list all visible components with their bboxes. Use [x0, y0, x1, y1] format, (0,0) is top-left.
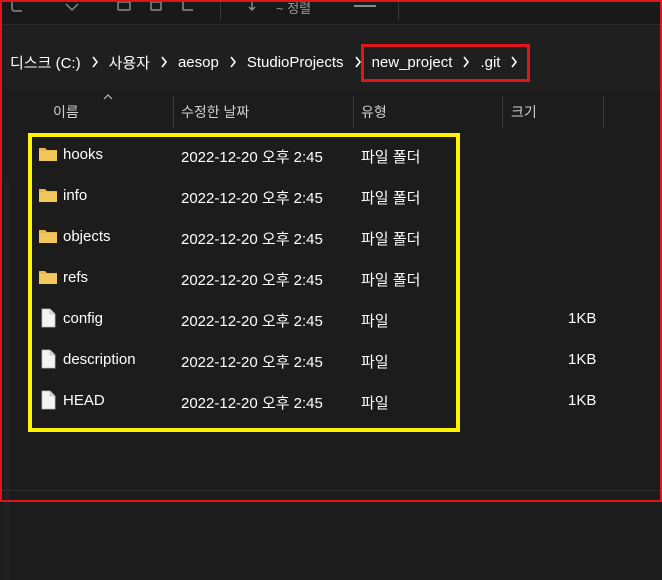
file-modified: 2022-12-20 오후 2:45: [181, 313, 323, 330]
breadcrumb-item[interactable]: aesop: [178, 54, 219, 71]
sort-icon[interactable]: [248, 2, 264, 16]
list-item[interactable]: refs 2022-12-20 오후 2:45 파일 폴더: [2, 257, 660, 298]
toolbar-divider: [398, 2, 399, 20]
file-modified: 2022-12-20 오후 2:45: [181, 272, 323, 289]
column-divider[interactable]: [173, 96, 174, 128]
file-name: objects: [63, 228, 111, 245]
address-bar: 디스크 (C:) 사용자 aesop StudioProjects new_pr…: [2, 26, 660, 98]
file-modified: 2022-12-20 오후 2:45: [181, 190, 323, 207]
toolbar-divider: [220, 2, 221, 20]
file-name: refs: [63, 269, 89, 286]
folder-icon: [39, 189, 57, 202]
file-name: info: [63, 187, 88, 204]
file-modified: 2022-12-20 오후 2:45: [181, 354, 323, 371]
cut-icon[interactable]: [64, 2, 80, 16]
file-type: 파일: [361, 395, 389, 412]
list-item[interactable]: config 2022-12-20 오후 2:45 파일 1KB: [2, 298, 660, 339]
folder-icon: [39, 230, 57, 243]
file-type: 파일 폴더: [361, 272, 421, 289]
column-divider[interactable]: [353, 96, 354, 128]
file-size: 1KB: [568, 392, 597, 409]
file-name: description: [63, 351, 136, 368]
breadcrumb-item[interactable]: 사용자: [109, 52, 150, 73]
breadcrumb: 디스크 (C:) 사용자 aesop StudioProjects new_pr…: [10, 52, 528, 72]
column-header: 이름 수정한 날짜 유형 크기: [2, 90, 660, 130]
list-item[interactable]: description 2022-12-20 오후 2:45 파일 1KB: [2, 339, 660, 380]
command-bar: ~ 정렬: [2, 0, 660, 25]
breadcrumb-item[interactable]: 디스크 (C:): [10, 52, 81, 73]
column-name[interactable]: 이름: [53, 102, 79, 122]
file-modified: 2022-12-20 오후 2:45: [181, 149, 323, 166]
copy-icon[interactable]: [116, 2, 132, 16]
chevron-right-icon[interactable]: [509, 55, 519, 69]
column-divider[interactable]: [502, 96, 503, 128]
breadcrumb-item-current[interactable]: .git: [480, 54, 500, 71]
status-divider: [2, 490, 660, 491]
file-modified: 2022-12-20 오후 2:45: [181, 395, 323, 412]
file-icon: [41, 390, 56, 410]
file-name: HEAD: [63, 392, 105, 409]
list-item[interactable]: hooks 2022-12-20 오후 2:45 파일 폴더: [2, 134, 660, 175]
sort-menu-label[interactable]: ~ 정렬: [276, 0, 311, 17]
breadcrumb-item[interactable]: new_project: [372, 54, 453, 71]
paste-icon[interactable]: [148, 2, 164, 16]
file-type: 파일 폴더: [361, 231, 421, 248]
view-icon[interactable]: [354, 5, 376, 7]
column-size[interactable]: 크기: [511, 102, 537, 122]
file-name: config: [63, 310, 104, 327]
file-type: 파일 폴더: [361, 149, 421, 166]
column-modified[interactable]: 수정한 날짜: [181, 102, 249, 122]
chevron-right-icon[interactable]: [353, 55, 363, 69]
new-item-icon[interactable]: [10, 2, 26, 16]
chevron-right-icon[interactable]: [228, 55, 238, 69]
file-icon: [41, 349, 56, 369]
file-size: 1KB: [568, 310, 597, 327]
file-name: hooks: [63, 146, 104, 163]
file-icon: [41, 308, 56, 328]
file-type: 파일: [361, 313, 389, 330]
file-list: 이름 수정한 날짜 유형 크기 hooks 2022-12-20 오후 2:45…: [2, 90, 660, 580]
breadcrumb-item[interactable]: StudioProjects: [247, 54, 344, 71]
file-type: 파일 폴더: [361, 190, 421, 207]
chevron-right-icon[interactable]: [461, 55, 471, 69]
folder-icon: [39, 271, 57, 284]
list-item[interactable]: HEAD 2022-12-20 오후 2:45 파일 1KB: [2, 380, 660, 421]
file-modified: 2022-12-20 오후 2:45: [181, 231, 323, 248]
folder-icon: [39, 148, 57, 161]
chevron-right-icon[interactable]: [90, 55, 100, 69]
sort-ascending-icon: [103, 94, 113, 100]
column-divider[interactable]: [603, 96, 604, 128]
column-type[interactable]: 유형: [361, 102, 387, 122]
rename-icon[interactable]: [180, 2, 196, 16]
list-item[interactable]: info 2022-12-20 오후 2:45 파일 폴더: [2, 175, 660, 216]
file-size: 1KB: [568, 351, 597, 368]
list-item[interactable]: objects 2022-12-20 오후 2:45 파일 폴더: [2, 216, 660, 257]
chevron-right-icon[interactable]: [159, 55, 169, 69]
file-type: 파일: [361, 354, 389, 371]
